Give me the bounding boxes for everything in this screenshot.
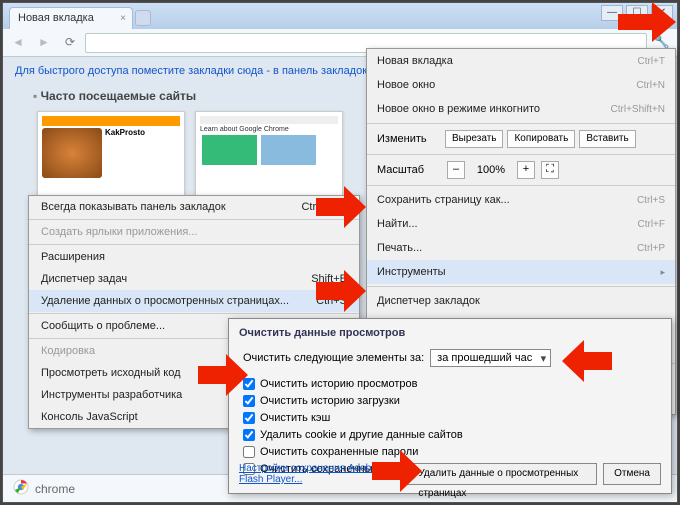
flash-settings-link[interactable]: Настройки сохранения Adobe Flash Player.… [239, 463, 401, 485]
menu-new-tab[interactable]: Новая вкладкаCtrl+T [367, 49, 675, 73]
zoom-in-button[interactable]: + [517, 161, 535, 179]
submenu-arrow-icon: ▸ [660, 267, 665, 278]
window-close-button[interactable]: ✕ [651, 5, 673, 21]
menu-new-window[interactable]: Новое окноCtrl+N [367, 73, 675, 97]
window-titlebar: Новая вкладка × — ☐ ✕ [3, 3, 677, 29]
cb-cookies[interactable]: Удалить cookie и другие данные сайтов [243, 426, 657, 443]
menu-bookmark-manager[interactable]: Диспетчер закладок [367, 289, 675, 313]
clear-data-button[interactable]: Удалить данные о просмотренных страницах [407, 463, 597, 485]
site-thumbnail[interactable]: KakProsto [37, 111, 185, 199]
cut-button[interactable]: Вырезать [445, 130, 503, 148]
copy-button[interactable]: Копировать [507, 130, 575, 148]
cb-browsing-history[interactable]: Очистить историю просмотров [243, 375, 657, 392]
menu-find[interactable]: Найти...Ctrl+F [367, 212, 675, 236]
zoom-value: 100% [471, 164, 511, 176]
clear-browsing-data-dialog: Очистить данные просмотров Очистить след… [228, 318, 672, 494]
forward-button[interactable]: ► [33, 33, 55, 53]
menu-save-page[interactable]: Сохранить страницу как...Ctrl+S [367, 188, 675, 212]
submenu-task-manager[interactable]: Диспетчер задачShift+E [29, 268, 359, 290]
paste-button[interactable]: Вставить [579, 130, 635, 148]
chrome-logo-icon [13, 479, 29, 498]
site-thumbnail[interactable]: Learn about Google Chrome [195, 111, 343, 199]
clear-range-label: Очистить следующие элементы за: [243, 352, 424, 364]
submenu-extensions[interactable]: Расширения [29, 246, 359, 268]
cb-cache[interactable]: Очистить кэш [243, 409, 657, 426]
zoom-out-button[interactable]: – [447, 161, 465, 179]
cb-download-history[interactable]: Очистить историю загрузки [243, 392, 657, 409]
menu-incognito[interactable]: Новое окно в режиме инкогнитоCtrl+Shift+… [367, 97, 675, 121]
menu-zoom-row: Масштаб – 100% + ⛶ [367, 157, 675, 183]
browser-tab[interactable]: Новая вкладка × [9, 7, 133, 29]
bottom-bar-label: chrome [35, 482, 75, 496]
submenu-create-shortcuts: Создать ярлыки приложения... [29, 221, 359, 243]
back-button[interactable]: ◄ [7, 33, 29, 53]
window-maximize-button[interactable]: ☐ [626, 5, 648, 21]
submenu-always-show-bookmarks[interactable]: Всегда показывать панель закладокCtrl+Sh… [29, 196, 359, 218]
reload-button[interactable]: ⟳ [59, 33, 81, 53]
window-minimize-button[interactable]: — [601, 5, 623, 21]
new-tab-button[interactable] [135, 10, 151, 26]
tab-title: Новая вкладка [18, 12, 94, 24]
cb-passwords[interactable]: Очистить сохраненные пароли [243, 443, 657, 460]
menu-edit-row: Изменить Вырезать Копировать Вставить [367, 126, 675, 152]
tab-close-icon[interactable]: × [120, 13, 126, 24]
fullscreen-button[interactable]: ⛶ [541, 161, 559, 179]
time-range-select[interactable]: за прошедший час [430, 349, 551, 367]
dialog-title: Очистить данные просмотров [229, 319, 671, 343]
menu-tools[interactable]: Инструменты▸ [367, 260, 675, 284]
submenu-clear-browsing-data[interactable]: Удаление данных о просмотренных страница… [29, 290, 359, 312]
menu-print[interactable]: Печать...Ctrl+P [367, 236, 675, 260]
cancel-button[interactable]: Отмена [603, 463, 661, 485]
